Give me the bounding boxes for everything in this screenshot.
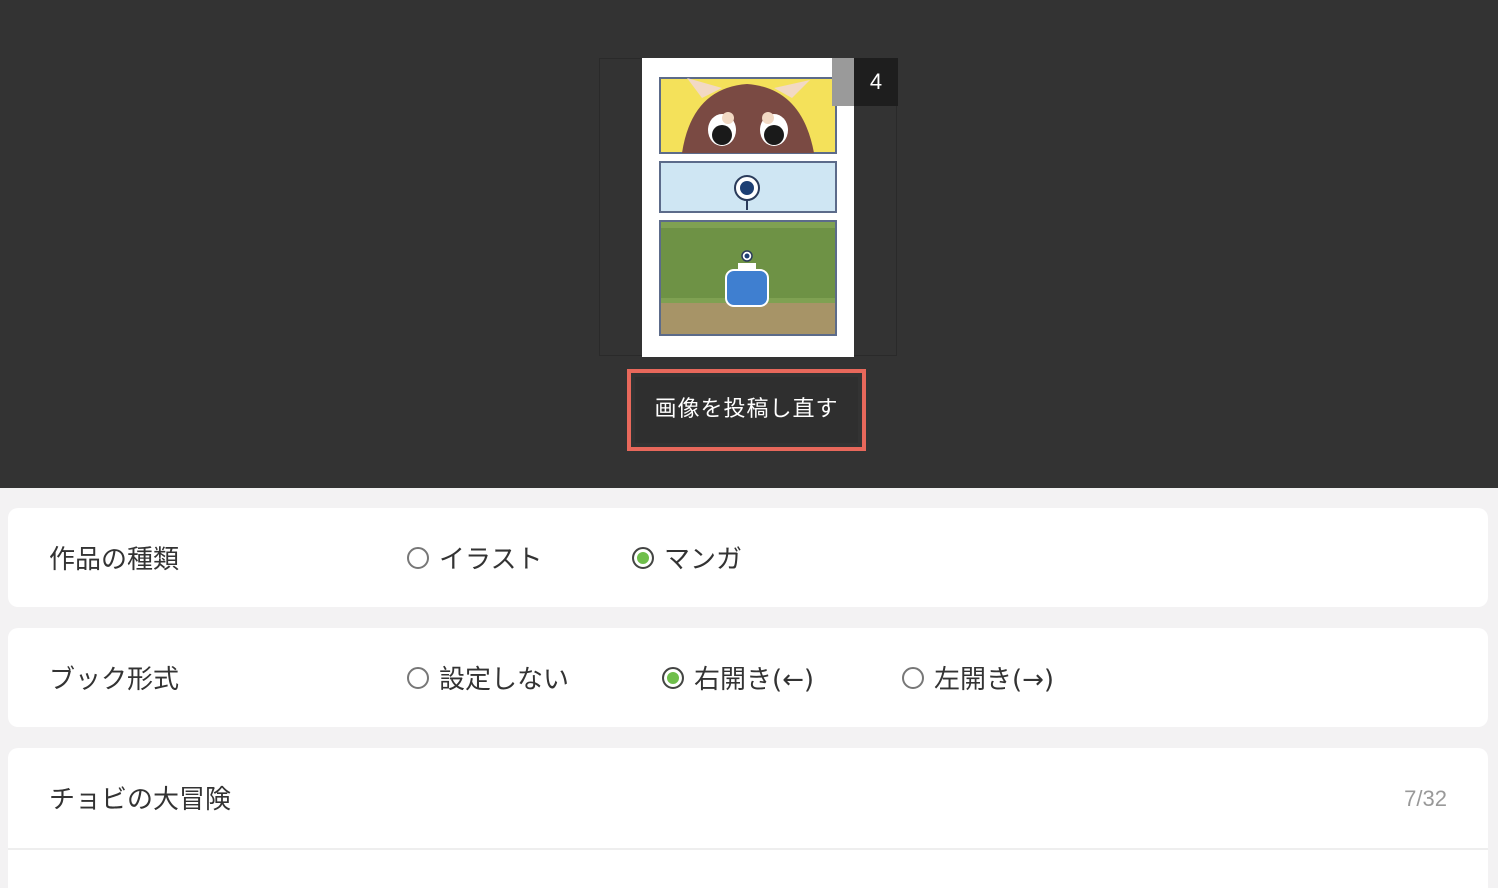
reupload-image-button[interactable]: 画像を投稿し直す — [635, 377, 858, 443]
work-type-label: 作品の種類 — [49, 545, 180, 575]
radio-no-setting[interactable]: 設定しない — [407, 659, 569, 696]
title-input-value[interactable]: チョビの大冒険 — [49, 779, 231, 816]
radio-unselected-icon — [407, 546, 429, 569]
radio-unselected-icon — [902, 666, 924, 689]
radio-left-open[interactable]: 左開き(→) — [902, 659, 1054, 696]
radio-manga[interactable]: マンガ — [632, 539, 742, 576]
manga-page-image — [659, 77, 837, 336]
divider — [8, 848, 1488, 850]
radio-selected-icon — [662, 666, 684, 689]
radio-illustration-label: イラスト — [439, 545, 543, 575]
radio-no-setting-label: 設定しない — [439, 665, 570, 695]
radio-right-open-label: 右開き(←) — [694, 665, 815, 695]
radio-right-open[interactable]: 右開き(←) — [662, 659, 814, 696]
image-preview-area: 4 画像を投稿し直す — [0, 0, 1498, 488]
page-count-badge: 4 — [832, 58, 898, 106]
title-input-row[interactable]: チョビの大冒険 7/32 — [8, 748, 1488, 888]
book-format-label: ブック形式 — [49, 665, 180, 695]
manga-page-thumbnail[interactable] — [642, 58, 854, 357]
title-char-counter: 7/32 — [1404, 786, 1447, 811]
page-count-value: 4 — [869, 69, 883, 94]
book-format-row: ブック形式 設定しない 右開き(←) 左開き(→) — [8, 628, 1488, 727]
radio-manga-label: マンガ — [664, 545, 743, 575]
radio-selected-icon — [632, 546, 654, 569]
radio-left-open-label: 左開き(→) — [934, 665, 1055, 695]
work-type-row: 作品の種類 イラスト マンガ — [8, 508, 1488, 607]
radio-unselected-icon — [407, 666, 429, 689]
radio-illustration[interactable]: イラスト — [407, 539, 542, 576]
